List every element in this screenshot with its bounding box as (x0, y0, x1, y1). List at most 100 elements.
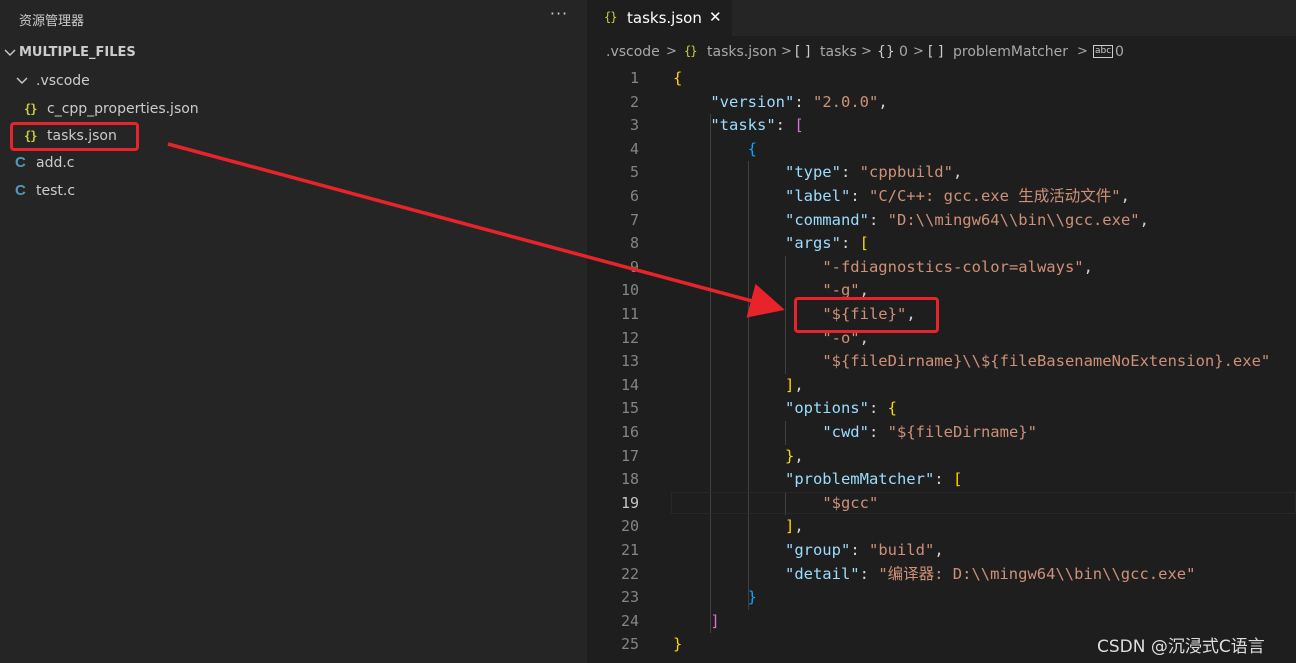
code-line[interactable]: 1{ (587, 67, 1296, 91)
code-line[interactable]: 24 ] (587, 610, 1296, 634)
line-number: 17 (620, 446, 639, 465)
line-number: 24 (620, 611, 639, 630)
breadcrumb-item-string-0[interactable]: 0 (1115, 44, 1124, 60)
code-line[interactable]: 15 "options": { (587, 397, 1296, 421)
line-number: 18 (620, 470, 639, 489)
editor-area: {} tasks.json ✕ .vscode > {} tasks.json … (587, 0, 1296, 663)
tree-item-label: .vscode (36, 73, 90, 89)
code-text: }, (784, 446, 804, 465)
code-line[interactable]: 10 "-g", (587, 279, 1296, 303)
breadcrumb-item-0[interactable]: 0 (899, 44, 908, 60)
code-line[interactable]: 12 "-o", (587, 327, 1296, 351)
breadcrumb-item-problem-matcher[interactable]: problemMatcher (953, 44, 1068, 60)
close-icon[interactable]: ✕ (709, 8, 722, 26)
breadcrumb-item-vscode[interactable]: .vscode (606, 44, 660, 60)
string-icon: abc (1093, 45, 1114, 58)
line-number: 11 (620, 305, 639, 323)
tree-item-label: c_cpp_properties.json (47, 101, 199, 117)
line-number: 6 (629, 187, 639, 205)
code-line[interactable]: 22 "detail": "编译器: D:\\mingw64\\bin\\gcc… (587, 563, 1296, 587)
line-number: 22 (620, 564, 639, 583)
chevron-right-icon: > (781, 44, 792, 59)
code-text: ] (710, 611, 720, 630)
explorer-title: 资源管理器 (19, 14, 85, 29)
line-number: 9 (629, 257, 639, 276)
code-line[interactable]: 8 "args": [ (587, 232, 1296, 256)
line-number: 7 (629, 210, 639, 229)
line-number: 25 (620, 635, 639, 654)
line-number: 21 (620, 541, 639, 559)
code-text: "version": "2.0.0", (710, 92, 888, 111)
code-text: "group": "build", (784, 541, 944, 559)
code-line[interactable]: 6 "label": "C/C++: gcc.exe 生成活动文件", (587, 185, 1296, 209)
array-icon: [ ] (928, 44, 944, 60)
code-line[interactable]: 21 "group": "build", (587, 539, 1296, 563)
code-line[interactable]: 23 } (587, 586, 1296, 610)
chevron-right-icon: > (861, 44, 872, 59)
code-line[interactable]: 2 "version": "2.0.0", (587, 91, 1296, 115)
more-actions-icon[interactable]: ··· (548, 4, 570, 26)
code-text: "label": "C/C++: gcc.exe 生成活动文件", (784, 187, 1130, 205)
code-line[interactable]: 3 "tasks": [ (587, 114, 1296, 138)
tab-tasks-json[interactable]: {} tasks.json ✕ (587, 0, 732, 36)
line-number: 15 (620, 399, 639, 418)
breadcrumb-item-tasks[interactable]: tasks (820, 44, 857, 60)
line-number: 13 (620, 352, 639, 371)
code-line[interactable]: 19 "$gcc" (587, 491, 1296, 516)
breadcrumb-item-tasks-json[interactable]: tasks.json (707, 44, 777, 60)
root-folder-label: MULTIPLE_FILES (19, 45, 136, 60)
code-text: "$gcc" (822, 493, 879, 512)
line-number: 16 (620, 423, 639, 441)
tree-item-c-cpp-properties[interactable]: {} c_cpp_properties.json (0, 97, 587, 121)
line-number: 2 (629, 92, 639, 111)
code-text: } (673, 635, 683, 654)
code-line[interactable]: 20 ], (587, 515, 1296, 539)
line-number: 4 (629, 139, 639, 158)
json-file-icon: {} (24, 102, 37, 116)
tree-item-test-c[interactable]: C test.c (0, 179, 587, 203)
chevron-right-icon: > (913, 44, 924, 59)
code-line[interactable]: 16 "cwd": "${fileDirname}" (587, 421, 1296, 445)
line-number: 5 (629, 163, 639, 182)
chevron-right-icon: > (666, 44, 677, 59)
code-line[interactable]: 4 { (587, 138, 1296, 162)
line-number: 3 (629, 116, 639, 135)
code-line[interactable]: 13 "${fileDirname}\\${fileBasenameNoExte… (587, 350, 1296, 374)
line-number: 20 (620, 517, 639, 536)
code-text: { (747, 139, 757, 158)
json-file-icon: {} (684, 44, 697, 58)
line-number: 1 (629, 69, 639, 87)
c-file-icon: C (15, 154, 26, 171)
code-text: "-fdiagnostics-color=always", (822, 257, 1093, 276)
code-line[interactable]: 7 "command": "D:\\mingw64\\bin\\gcc.exe"… (587, 209, 1296, 233)
chevron-right-icon: > (1077, 44, 1088, 59)
code-text: "options": { (784, 399, 897, 418)
code-text: "problemMatcher": [ (784, 470, 963, 489)
code-line[interactable]: 9 "-fdiagnostics-color=always", (587, 256, 1296, 280)
code-line[interactable]: 5 "type": "cppbuild", (587, 161, 1296, 185)
line-number: 23 (620, 588, 639, 607)
tree-item-add-c[interactable]: C add.c (0, 151, 587, 175)
annotation-box-tasks-json (10, 122, 139, 151)
tree-item-vscode-folder[interactable]: .vscode (0, 69, 587, 93)
tab-label: tasks.json (627, 9, 702, 27)
tab-bar: {} tasks.json ✕ (587, 0, 1296, 36)
code-text: { (673, 69, 683, 87)
folder-root-multiple-files[interactable]: MULTIPLE_FILES (0, 41, 587, 65)
line-number: 10 (620, 281, 639, 300)
code-line[interactable]: 14 ], (587, 374, 1296, 398)
tree-item-label: add.c (36, 155, 75, 171)
code-text: "command": "D:\\mingw64\\bin\\gcc.exe", (784, 210, 1149, 229)
code-text: "cwd": "${fileDirname}" (822, 423, 1037, 441)
code-editor[interactable]: 1{2 "version": "2.0.0", 3 "tasks": [4 {5 … (587, 67, 1296, 663)
array-icon: [ ] (795, 44, 811, 60)
line-number: 19 (620, 493, 639, 512)
code-line[interactable]: 11 "${file}", (587, 303, 1296, 327)
json-file-icon: {} (604, 10, 617, 24)
code-text: "detail": "编译器: D:\\mingw64\\bin\\gcc.ex… (784, 564, 1196, 583)
code-line[interactable]: 18 "problemMatcher": [ (587, 468, 1296, 492)
code-line[interactable]: 17 }, (587, 445, 1296, 469)
tree-item-label: test.c (36, 183, 76, 199)
explorer-header: 资源管理器 ··· (0, 0, 587, 36)
chevron-down-icon (3, 41, 17, 65)
